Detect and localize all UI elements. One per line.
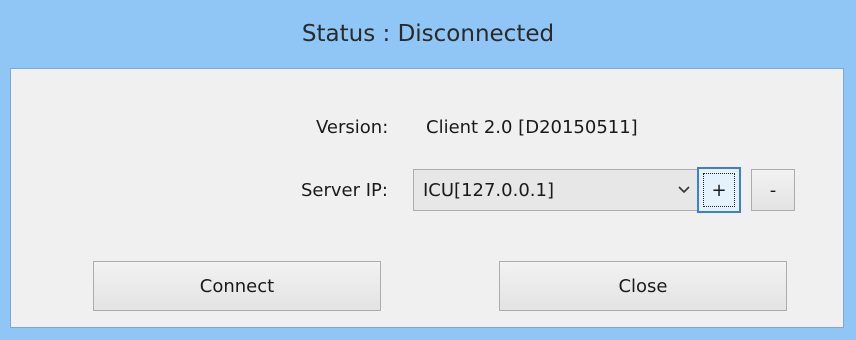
add-server-button[interactable]: + [697, 167, 741, 213]
close-label: Close [618, 275, 668, 297]
dialog-body: Version: Client 2.0 [D20150511] Server I… [10, 68, 844, 328]
chevron-down-icon [671, 186, 697, 194]
server-ip-dropdown[interactable]: ICU[127.0.0.1] [413, 169, 698, 211]
window-title: Status : Disconnected [301, 21, 555, 47]
add-server-label: + [711, 179, 727, 201]
close-button[interactable]: Close [499, 261, 787, 311]
server-ip-selected-value: ICU[127.0.0.1] [423, 179, 554, 201]
connection-dialog: Status : Disconnected Version: Client 2.… [0, 0, 856, 340]
connect-label: Connect [199, 275, 275, 297]
version-value: Client 2.0 [D20150511] [426, 117, 638, 138]
server-ip-label: Server IP: [301, 180, 388, 201]
version-label: Version: [316, 117, 389, 138]
remove-server-label: - [769, 179, 777, 201]
title-bar: Status : Disconnected [0, 0, 856, 68]
remove-server-button[interactable]: - [751, 169, 795, 211]
connect-button[interactable]: Connect [93, 261, 381, 311]
